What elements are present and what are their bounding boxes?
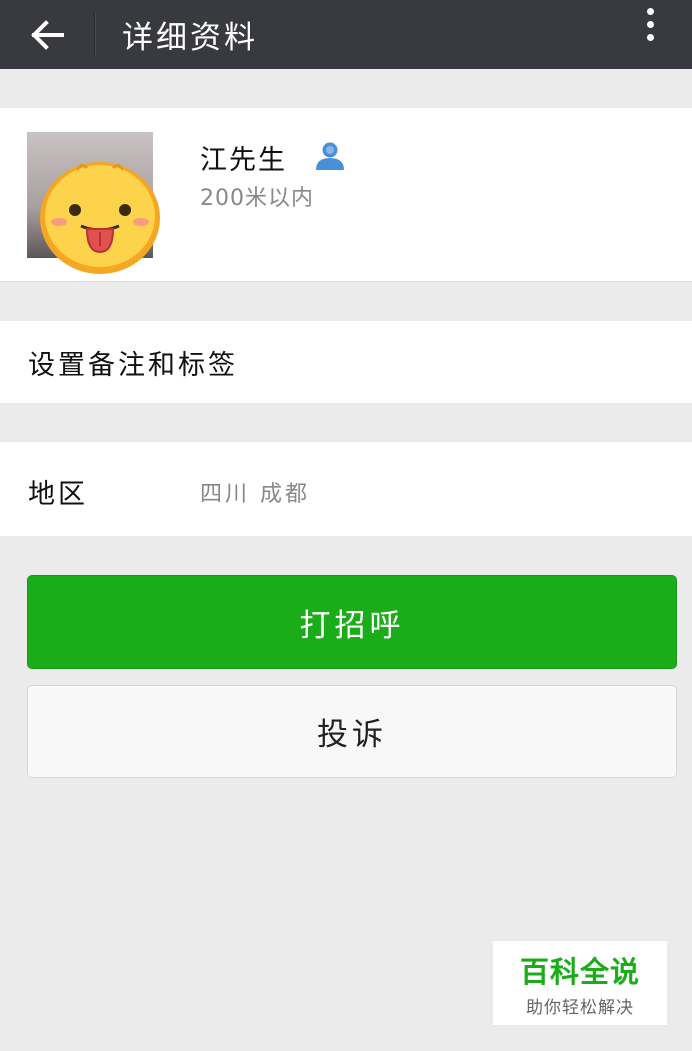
back-button[interactable] bbox=[0, 0, 94, 69]
watermark-logo: 百科全说 助你轻松解决 bbox=[493, 941, 667, 1025]
more-vertical-icon bbox=[646, 7, 654, 15]
watermark-main-text: 百科全说 bbox=[519, 954, 640, 989]
report-button[interactable]: 投诉 bbox=[27, 685, 677, 778]
remark-label: 设置备注和标签 bbox=[28, 350, 238, 381]
tongue-out-emoji-icon bbox=[40, 162, 160, 274]
title-divider bbox=[94, 12, 96, 57]
distance-text: 200米以内 bbox=[200, 186, 314, 211]
page-title: 详细资料 bbox=[122, 20, 258, 56]
watermark-sub-text: 助你轻松解决 bbox=[526, 997, 634, 1018]
person-icon bbox=[316, 142, 344, 170]
region-value: 四川 成都 bbox=[200, 482, 310, 507]
more-button[interactable] bbox=[630, 0, 670, 48]
contact-name: 江先生 bbox=[200, 145, 287, 176]
remark-row[interactable]: 设置备注和标签 bbox=[0, 321, 692, 403]
region-label: 地区 bbox=[28, 479, 88, 510]
profile-card: 江先生 200米以内 bbox=[0, 108, 692, 282]
region-row: 地区 四川 成都 bbox=[0, 442, 692, 536]
greet-button[interactable]: 打招呼 bbox=[27, 575, 677, 669]
title-bar: 详细资料 bbox=[0, 0, 692, 69]
avatar[interactable] bbox=[27, 132, 160, 274]
arrow-left-icon bbox=[31, 19, 64, 50]
